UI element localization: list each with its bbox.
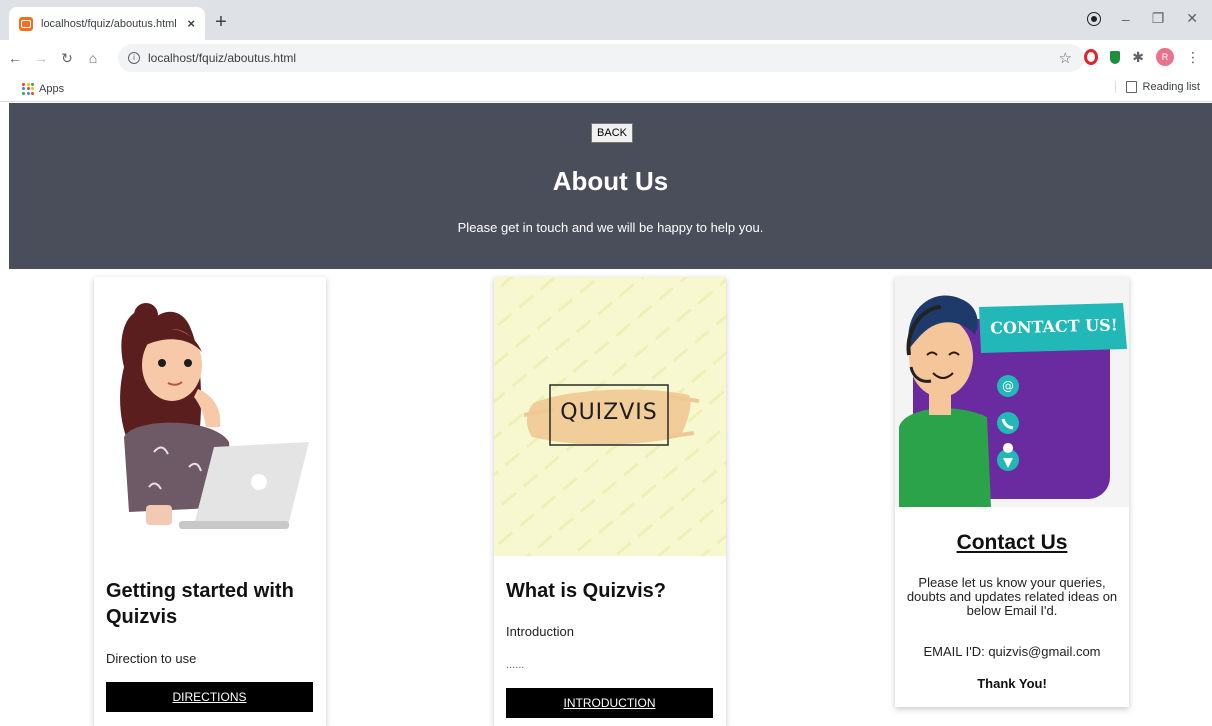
getting-started-card: Getting started with Quizvis Direction t… [94,277,326,726]
contact-thanks: Thank You! [977,676,1047,691]
window-controls: – ❐ ✕ [1087,10,1198,27]
apps-grid-icon[interactable] [22,82,34,95]
browser-toolbar: ← → ↻ ⌂ i localhost/fquiz/aboutus.html ☆… [0,40,1212,76]
minimize-button[interactable]: – [1122,11,1130,27]
svg-text:@: @ [1002,379,1014,393]
card-title: What is Quizvis? [506,580,667,602]
extensions-puzzle-icon[interactable]: ✱ [1132,49,1144,66]
home-icon[interactable]: ⌂ [82,50,104,66]
close-window-button[interactable]: ✕ [1186,10,1198,27]
favicon-icon [19,16,33,31]
bookmark-star-icon[interactable]: ☆ [1059,49,1072,67]
card-text: Introduction [506,624,574,639]
card-title: Getting started with Quizvis [106,580,294,628]
reading-list-label: Reading list [1142,81,1200,93]
card-text: Direction to use [106,651,197,666]
page-title: About Us [552,166,669,196]
extensions-area: ✱ R ⋮ [1084,48,1200,66]
back-button[interactable]: BACK [591,123,633,143]
bookmarks-bar: Apps Reading list [0,76,1212,102]
profile-avatar[interactable]: R [1156,48,1174,66]
forward-arrow-icon[interactable]: → [30,50,52,66]
browser-tabstrip: localhost/fquiz/aboutus.html × + – ❐ ✕ [0,0,1212,40]
browser-menu-icon[interactable]: ⋮ [1186,49,1200,66]
about-hero-banner: BACK About Us Please get in touch and we… [9,103,1212,269]
opera-extension-icon[interactable] [1084,49,1099,65]
new-tab-button[interactable]: + [210,12,232,34]
shield-extension-icon[interactable] [1110,50,1121,64]
browser-profile-icon[interactable] [1087,12,1100,25]
introduction-button[interactable]: INTRODUCTION [506,688,713,718]
card-ellipsis: ...... [506,659,525,671]
contact-description: Please let us know your queries, doubts … [906,575,1118,618]
woman-with-laptop-illustration [94,277,326,557]
contact-us-card: @ CONTACT US! Contact Us Please let us k… [895,277,1129,707]
browser-tab[interactable]: localhost/fquiz/aboutus.html × [9,7,205,40]
quizvis-logo-image: QUIZVIS [494,277,726,556]
apps-bookmark[interactable]: Apps [39,83,64,95]
address-bar[interactable]: i localhost/fquiz/aboutus.html ☆ [118,44,1084,72]
tab-title: localhost/fquiz/aboutus.html [41,17,177,30]
maximize-button[interactable]: ❐ [1152,10,1165,27]
contact-illustration: @ CONTACT US! [895,277,1129,507]
reading-list-button[interactable]: Reading list [1114,81,1200,93]
what-is-quizvis-card: QUIZVIS What is Quizvis? Introduction ..… [494,277,726,726]
contact-banner-text: CONTACT US! [990,315,1118,338]
url-text[interactable]: localhost/fquiz/aboutus.html [148,51,296,65]
reload-icon[interactable]: ↻ [56,50,78,67]
back-arrow-icon[interactable]: ← [4,50,26,66]
tab-close-button[interactable]: × [187,16,195,31]
quizvis-logo-text: QUIZVIS [560,400,658,425]
contact-email: EMAIL I'D: quizvis@gmail.com [923,644,1101,659]
contact-title: Contact Us [956,531,1068,554]
reading-list-icon [1125,81,1137,93]
site-info-icon[interactable]: i [128,52,140,64]
page-subtitle: Please get in touch and we will be happy… [457,220,764,235]
directions-button[interactable]: DIRECTIONS [106,682,313,712]
